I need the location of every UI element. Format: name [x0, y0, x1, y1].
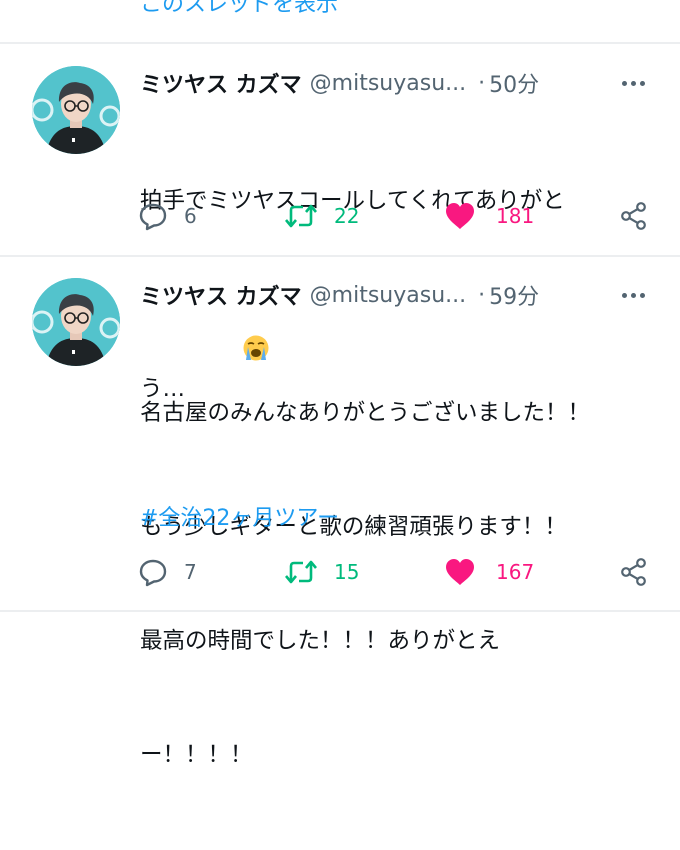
reply-icon — [139, 559, 167, 587]
timestamp[interactable]: 59分 — [489, 279, 539, 311]
share-button[interactable] — [620, 552, 648, 592]
display-name[interactable]: ミツヤス カズマ — [140, 279, 302, 311]
reply-count: 7 — [184, 560, 197, 584]
retweet-button[interactable]: 15 — [284, 552, 359, 592]
retweet-icon — [285, 560, 317, 584]
divider — [0, 610, 680, 612]
share-icon — [621, 558, 646, 586]
more-options-icon[interactable] — [616, 280, 650, 310]
like-button[interactable]: 167 — [444, 552, 534, 592]
handle[interactable]: @mitsuyasu... — [310, 283, 466, 308]
avatar[interactable] — [32, 278, 120, 366]
tweet-text-line: 名古屋のみんなありがとうございました！！ — [140, 400, 591, 426]
tweet-text-line: ー！！！！ — [140, 742, 253, 768]
hashtag-link[interactable]: #全治22ヶ月ツアー — [140, 500, 339, 532]
action-bar: 7 15 167 — [0, 552, 680, 592]
reply-button[interactable]: 7 — [138, 552, 197, 592]
heart-icon — [446, 559, 474, 585]
retweet-count: 15 — [334, 560, 360, 584]
tweet-header: ミツヤス カズマ @mitsuyasu... · 59分 — [140, 280, 650, 310]
separator: · — [478, 282, 486, 308]
like-count: 167 — [496, 560, 535, 584]
tweet-2[interactable]: ミツヤス カズマ @mitsuyasu... · 59分 名古屋のみんなありがと… — [0, 0, 680, 768]
tweet-text-line: 最高の時間でした！！！ありがとえ — [140, 628, 501, 654]
